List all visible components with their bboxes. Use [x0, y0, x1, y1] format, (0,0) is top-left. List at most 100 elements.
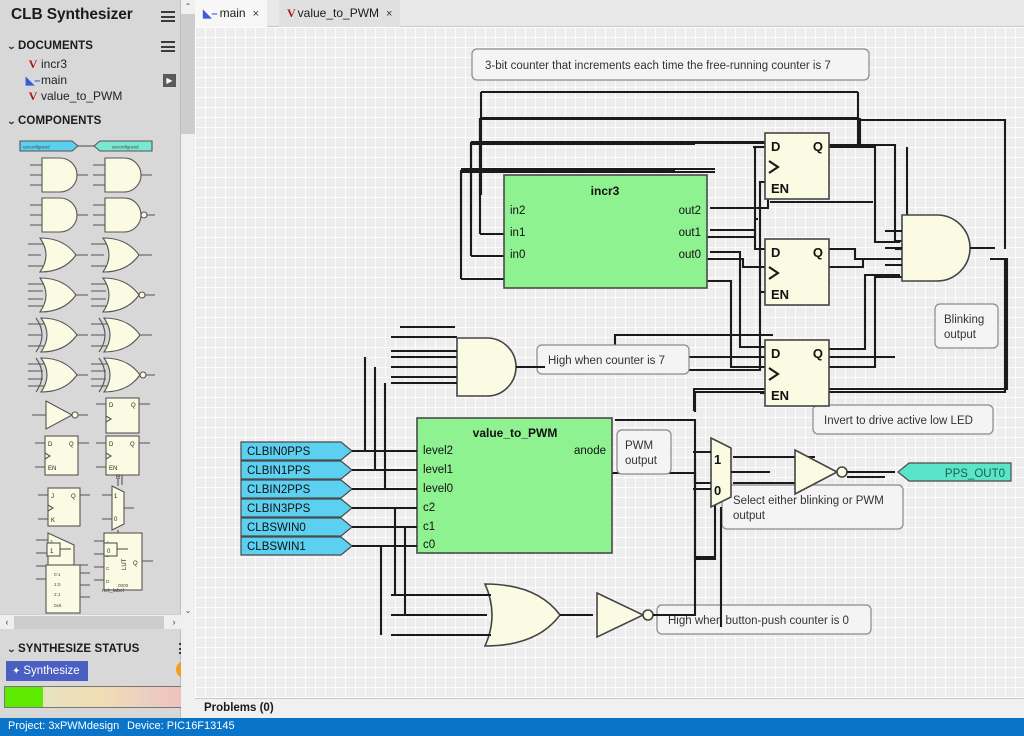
flipflop-d-label: D [771, 346, 780, 361]
scroll-down-icon[interactable]: ⌄ [181, 604, 195, 618]
palette-inverter [32, 400, 88, 430]
component-palette[interactable]: .gt { fill:#fbfbe3; stroke:#555; stroke-… [0, 133, 181, 614]
module-input-label: in0 [510, 249, 525, 261]
palette-and-gate [30, 157, 88, 193]
svg-text:EN: EN [109, 466, 117, 472]
problems-panel[interactable]: Problems (0) [195, 698, 1024, 718]
document-label: main [41, 73, 68, 87]
palette-net-label: net_label [102, 588, 124, 594]
close-icon[interactable]: × [386, 8, 392, 20]
input-pin-label: CLBSWIN0 [247, 522, 306, 534]
palette-jk-flipflop: J Q K [38, 487, 90, 527]
scroll-up-icon[interactable]: ⌃ [181, 0, 195, 14]
or-gate-button-counter[interactable] [391, 583, 593, 647]
scrollbar-thumb[interactable] [14, 616, 164, 629]
input-pin-clbin0pps[interactable]: CLBIN0PPS [240, 441, 417, 461]
svg-text:EN: EN [48, 466, 56, 472]
documents-menu-icon[interactable] [161, 41, 175, 52]
comment-select-output[interactable]: Select either blinking or PWM output [721, 484, 904, 530]
app-title: CLB Synthesizer [11, 6, 133, 23]
module-input-label: c0 [423, 539, 435, 551]
comment-pwm-output[interactable]: PWM output [616, 429, 672, 475]
input-pin-clbin3pps[interactable]: CLBIN3PPS [240, 498, 417, 518]
comment-top[interactable]: 3-bit counter that increments each time … [471, 48, 870, 81]
input-pin-clbswin0[interactable]: CLBSWIN0 [240, 517, 417, 537]
palette-constant-1: 1 [46, 542, 71, 557]
palette-horizontal-scrollbar[interactable]: ‹ › [0, 614, 181, 629]
svg-text:Q: Q [130, 442, 135, 448]
scrollbar-thumb[interactable] [181, 14, 195, 134]
svg-text:unconfigured: unconfigured [23, 144, 50, 149]
palette-mux-2to1: 1 0 [102, 478, 134, 538]
comment-blinking-output[interactable]: Blinking output [934, 303, 999, 349]
comment-counter-is-7[interactable]: High when counter is 7 [536, 344, 690, 375]
palette-xor-gate-4in [28, 357, 88, 393]
input-pin-label: CLBIN3PPS [247, 503, 311, 515]
module-input-label: level0 [423, 483, 453, 495]
palette-d-flipflop-en: D Q EN [35, 435, 89, 476]
svg-text:D: D [109, 442, 114, 448]
comment-button-counter-0[interactable]: High when button-push counter is 0 [656, 604, 872, 635]
document-label: incr3 [41, 57, 68, 71]
synthesize-button[interactable]: ✦ Synthesize [6, 661, 88, 681]
schematic-canvas[interactable]: .w { stroke:#1a1a1a; stroke-width:2.1; f… [195, 27, 1024, 698]
scroll-right-icon[interactable]: › [167, 615, 181, 630]
flipflop-2[interactable]: D Q EN [764, 339, 830, 407]
palette-xor-gate [28, 317, 88, 353]
input-pin-clbin2pps[interactable]: CLBIN2PPS [240, 479, 417, 499]
flipflop-1[interactable]: D Q EN [764, 238, 830, 306]
document-item-value-to-pwm[interactable]: Vvalue_to_PWM [25, 88, 123, 104]
module-input-label: level1 [423, 464, 453, 476]
document-item-main[interactable]: ◣–main [25, 72, 67, 88]
palette-output-pin: unconfigured [86, 140, 153, 152]
comment-text: Invert to drive active low LED [824, 415, 973, 427]
svg-text:K: K [51, 518, 55, 524]
svg-text:1:0: 1:0 [54, 582, 61, 587]
close-icon[interactable]: × [253, 8, 259, 20]
document-label: value_to_PWM [41, 89, 123, 103]
tab-label: value_to_PWM [297, 6, 380, 20]
run-main-icon[interactable]: ▶ [163, 74, 176, 87]
and-gate-counter-is-7[interactable] [391, 337, 545, 397]
module-incr3[interactable]: incr3 in2 in1 in0 out2 out1 out0 [503, 174, 708, 289]
palette-xor-gate-b [91, 317, 152, 353]
comment-invert-led[interactable]: Invert to drive active low LED [812, 404, 994, 435]
palette-or-gate [28, 237, 88, 273]
wand-icon: ✦ [12, 666, 21, 677]
and-gate-blinking[interactable] [885, 214, 995, 282]
palette-and-gate-3in [30, 197, 88, 233]
document-item-incr3[interactable]: Vincr3 [25, 56, 67, 72]
scroll-left-icon[interactable]: ‹ [0, 615, 14, 630]
input-pin-clbin1pps[interactable]: CLBIN1PPS [240, 460, 417, 480]
sidebar-vertical-scrollbar[interactable]: ⌃ ⌄ [181, 0, 195, 718]
v-verilog-icon: V [287, 6, 296, 20]
module-value-to-pwm[interactable]: value_to_PWM level2 level1 level0 c2 c1 … [416, 417, 613, 554]
module-input-label: in1 [510, 227, 525, 239]
palette-input-pin: unconfigured [19, 140, 86, 152]
module-title: incr3 [591, 184, 620, 198]
module-output-label: out2 [679, 205, 701, 217]
status-bar: Project: 3xPWMdesign Device: PIC16F13145 [0, 718, 1024, 736]
tab-main[interactable]: ◣– main × [195, 0, 268, 27]
flipflop-q-label: Q [813, 245, 823, 260]
flipflop-0[interactable]: D Q EN [764, 132, 830, 200]
svg-text:J: J [51, 494, 54, 500]
editor-tabbar: ◣– main × Vvalue_to_PWM × [195, 0, 1024, 27]
resource-usage-gauge [4, 686, 194, 708]
components-section-header[interactable]: ⌄ COMPONENTS [7, 115, 102, 127]
output-pin-pps-out0[interactable]: PPS_OUT0 [897, 462, 1012, 482]
problems-label: Problems (0) [204, 702, 274, 714]
svg-text:Select either blinking or PWM: Select either blinking or PWM [733, 495, 884, 507]
mux-output-select[interactable]: 1 0 [693, 436, 770, 627]
svg-text:Q: Q [69, 442, 74, 448]
svg-text:output: output [944, 329, 977, 341]
tab-value-to-pwm[interactable]: Vvalue_to_PWM × [279, 0, 401, 27]
v-verilog-icon: V [28, 57, 38, 71]
synthesize-status-header[interactable]: ⌄ SYNTHESIZE STATUS [7, 643, 140, 655]
module-output-label: out1 [679, 227, 701, 239]
documents-section-header[interactable]: ⌄ DOCUMENTS [7, 40, 93, 52]
output-pin-label: PPS_OUT0 [945, 468, 1005, 480]
main-menu-icon[interactable] [161, 11, 175, 22]
input-pin-clbswin1[interactable]: CLBSWIN1 [240, 536, 417, 556]
palette-nand-gate [93, 197, 155, 233]
